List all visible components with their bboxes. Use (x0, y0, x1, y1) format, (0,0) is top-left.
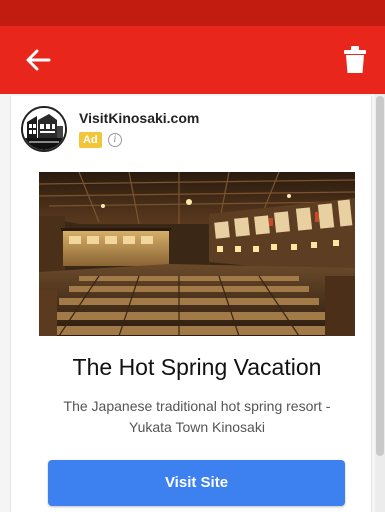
status-bar (0, 0, 385, 26)
theater-hall-image (39, 172, 355, 336)
hero-image[interactable] (39, 172, 355, 336)
app-bar (0, 26, 385, 94)
ad-card[interactable]: VisitKinosaki.com Ad i The Hot Spring Va… (10, 96, 372, 512)
scrollbar-thumb[interactable] (376, 96, 384, 456)
arrow-left-icon (26, 49, 51, 71)
info-icon[interactable]: i (108, 133, 122, 147)
trash-icon (344, 46, 366, 73)
ad-description: The Japanese traditional hot spring reso… (63, 398, 331, 435)
ad-badge: Ad (79, 132, 102, 148)
advertiser-logo[interactable] (21, 106, 67, 152)
delete-button[interactable] (337, 40, 373, 80)
building-logo-icon (23, 108, 65, 150)
back-button[interactable] (18, 42, 58, 78)
visit-site-button[interactable]: Visit Site (48, 460, 345, 506)
ad-headline[interactable]: The Hot Spring Vacation (39, 354, 355, 381)
ad-content: VisitKinosaki.com Ad i The Hot Spring Va… (0, 94, 385, 512)
advertiser-name[interactable]: VisitKinosaki.com (79, 110, 199, 126)
